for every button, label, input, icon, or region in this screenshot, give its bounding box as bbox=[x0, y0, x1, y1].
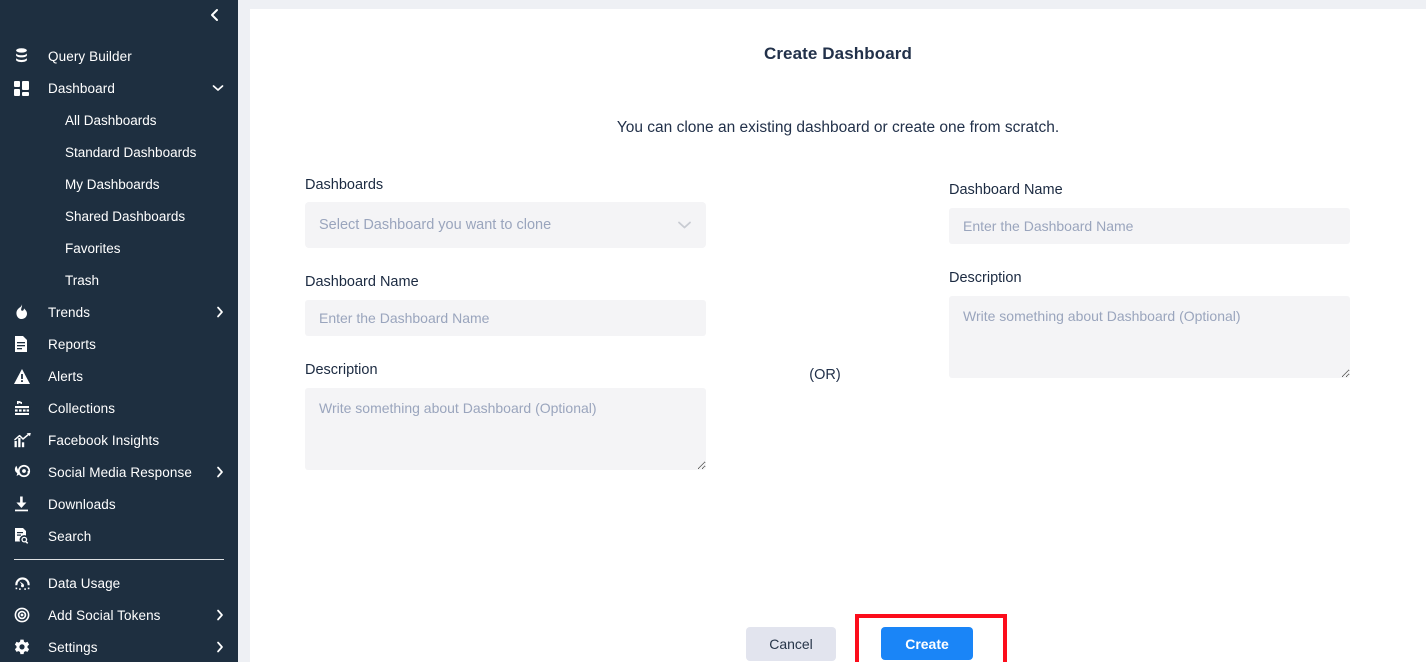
clone-description-textarea[interactable] bbox=[305, 388, 706, 470]
scratch-dashboard-name-label: Dashboard Name bbox=[949, 182, 1063, 198]
clone-dashboard-name-input[interactable] bbox=[305, 300, 706, 336]
warning-triangle-icon bbox=[14, 366, 36, 386]
clone-dashboard-form: Dashboards Select Dashboard you want to … bbox=[305, 177, 706, 470]
main-content: Create Dashboard You can clone an existi… bbox=[250, 9, 1426, 662]
sidebar-item-alerts[interactable]: Alerts bbox=[0, 360, 238, 392]
sidebar-item-standard-dashboards[interactable]: Standard Dashboards bbox=[0, 136, 238, 168]
sidebar-item-shared-dashboards[interactable]: Shared Dashboards bbox=[0, 200, 238, 232]
sidebar-item-label: Settings bbox=[48, 639, 98, 655]
sidebar-item-label: Social Media Response bbox=[48, 464, 192, 480]
or-divider-label: (OR) bbox=[809, 367, 841, 383]
sidebar-item-label: Collections bbox=[48, 400, 116, 416]
sidebar: Query Builder Dashboard All Dashboards S… bbox=[0, 0, 238, 662]
form-area: Dashboards Select Dashboard you want to … bbox=[250, 177, 1426, 507]
sidebar-item-favorites[interactable]: Favorites bbox=[0, 232, 238, 264]
sidebar-item-query-builder[interactable]: Query Builder bbox=[0, 40, 238, 72]
scratch-dashboard-name-input[interactable] bbox=[949, 208, 1350, 244]
chevron-right-icon[interactable] bbox=[216, 466, 224, 478]
create-button[interactable]: Create bbox=[881, 627, 973, 660]
sidebar-item-add-social-tokens[interactable]: Add Social Tokens bbox=[0, 599, 238, 631]
sidebar-item-label: Data Usage bbox=[48, 575, 121, 591]
collections-icon bbox=[14, 398, 36, 418]
chevron-right-icon[interactable] bbox=[216, 306, 224, 318]
sidebar-item-label: Search bbox=[48, 528, 92, 544]
sidebar-subitem-label: My Dashboards bbox=[65, 176, 160, 192]
cancel-button[interactable]: Cancel bbox=[746, 627, 836, 661]
sidebar-subitem-label: Shared Dashboards bbox=[65, 208, 186, 224]
sidebar-item-social-media-response[interactable]: Social Media Response bbox=[0, 456, 238, 488]
search-document-icon bbox=[14, 526, 36, 546]
sidebar-item-collections[interactable]: Collections bbox=[0, 392, 238, 424]
sidebar-item-my-dashboards[interactable]: My Dashboards bbox=[0, 168, 238, 200]
chevron-down-icon[interactable] bbox=[212, 84, 224, 92]
sidebar-item-label: Reports bbox=[48, 336, 96, 352]
flame-icon bbox=[14, 302, 36, 322]
sidebar-item-label: Downloads bbox=[48, 496, 116, 512]
gauge-icon bbox=[14, 573, 36, 593]
sidebar-item-label: Trends bbox=[48, 304, 91, 320]
sidebar-subitem-label: Trash bbox=[65, 272, 100, 288]
clone-dashboard-name-label: Dashboard Name bbox=[305, 274, 419, 290]
sidebar-collapse-button[interactable] bbox=[204, 7, 224, 27]
sidebar-item-label: Query Builder bbox=[48, 48, 132, 64]
chevron-right-icon[interactable] bbox=[216, 609, 224, 621]
sidebar-item-label: Facebook Insights bbox=[48, 432, 160, 448]
chevron-right-icon[interactable] bbox=[216, 641, 224, 653]
sidebar-item-trends[interactable]: Trends bbox=[0, 296, 238, 328]
page-subtitle: You can clone an existing dashboard or c… bbox=[616, 119, 1060, 136]
scratch-description-label: Description bbox=[949, 270, 1022, 286]
line-chart-icon bbox=[14, 430, 36, 450]
sidebar-item-facebook-insights[interactable]: Facebook Insights bbox=[0, 424, 238, 456]
sidebar-item-search[interactable]: Search bbox=[0, 520, 238, 552]
page-title: Create Dashboard bbox=[763, 44, 913, 63]
scratch-dashboard-form: Dashboard Name Description bbox=[949, 182, 1350, 378]
chat-at-icon bbox=[14, 462, 36, 482]
gear-icon bbox=[14, 637, 36, 657]
dashboards-label: Dashboards bbox=[305, 177, 384, 193]
chevron-down-icon bbox=[677, 221, 692, 230]
sidebar-item-downloads[interactable]: Downloads bbox=[0, 488, 238, 520]
document-icon bbox=[14, 334, 36, 354]
sidebar-divider-upper bbox=[14, 559, 224, 560]
sidebar-item-data-usage[interactable]: Data Usage bbox=[0, 567, 238, 599]
sidebar-item-label: Dashboard bbox=[48, 80, 115, 96]
sidebar-subitem-label: Favorites bbox=[65, 240, 121, 256]
sidebar-item-label: Alerts bbox=[48, 368, 84, 384]
database-icon bbox=[14, 46, 36, 66]
dashboards-select-value: Select Dashboard you want to clone bbox=[319, 217, 552, 233]
clone-description-label: Description bbox=[305, 362, 378, 378]
form-actions: Cancel Create bbox=[250, 605, 1426, 662]
sidebar-item-settings[interactable]: Settings bbox=[0, 631, 238, 662]
scratch-description-textarea[interactable] bbox=[949, 296, 1350, 378]
sidebar-item-trash[interactable]: Trash bbox=[0, 264, 238, 296]
app-window: Query Builder Dashboard All Dashboards S… bbox=[0, 0, 1426, 662]
sidebar-item-label: Add Social Tokens bbox=[48, 607, 161, 623]
sidebar-item-dashboard[interactable]: Dashboard bbox=[0, 72, 238, 104]
chevron-left-icon bbox=[208, 8, 220, 27]
dashboard-grid-icon bbox=[14, 78, 36, 98]
sidebar-collapse-row bbox=[0, 0, 238, 34]
sidebar-gutter bbox=[238, 0, 250, 662]
sidebar-item-all-dashboards[interactable]: All Dashboards bbox=[0, 104, 238, 136]
dashboards-select[interactable]: Select Dashboard you want to clone bbox=[305, 202, 706, 248]
target-icon bbox=[14, 605, 36, 625]
sidebar-subitem-label: Standard Dashboards bbox=[65, 144, 197, 160]
sidebar-item-reports[interactable]: Reports bbox=[0, 328, 238, 360]
sidebar-subitem-label: All Dashboards bbox=[65, 112, 157, 128]
download-icon bbox=[14, 494, 36, 514]
